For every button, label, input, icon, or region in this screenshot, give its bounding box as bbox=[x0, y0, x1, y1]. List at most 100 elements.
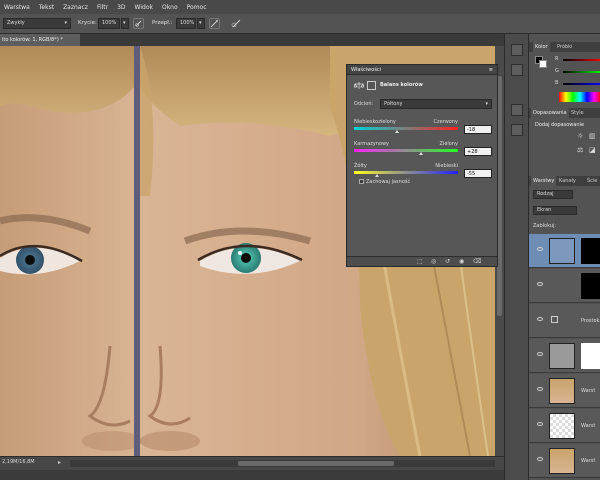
menu-item-zaznacz[interactable]: Zaznacz bbox=[63, 4, 88, 11]
flow-dropdown-button[interactable]: ▾ bbox=[197, 18, 205, 29]
document-tab-bar: ito kolorów: 1, RGB/8*) * bbox=[0, 34, 495, 46]
slider-thumb[interactable] bbox=[374, 174, 379, 177]
history-icon[interactable] bbox=[511, 44, 523, 56]
brightness-icon[interactable]: ☼ bbox=[577, 132, 583, 140]
panel-menu-icon[interactable]: ≡ bbox=[489, 65, 493, 75]
chevron-down-icon: ▾ bbox=[199, 20, 202, 26]
channel-r-label: R bbox=[555, 56, 559, 62]
photo-filter-icon[interactable]: ◪ bbox=[589, 146, 596, 154]
view-previous-icon[interactable]: ◎ bbox=[431, 258, 436, 265]
pressure-opacity-button[interactable] bbox=[133, 18, 144, 29]
trash-icon[interactable]: ⌫ bbox=[473, 258, 481, 265]
pressure-size-button[interactable] bbox=[231, 18, 242, 29]
channel-b-slider[interactable] bbox=[563, 83, 600, 85]
opacity-dropdown-button[interactable]: ▾ bbox=[121, 18, 129, 29]
slider-track[interactable] bbox=[354, 149, 458, 152]
layer-thumbnail bbox=[549, 413, 575, 439]
balance-scale-icon bbox=[353, 81, 365, 90]
menu-item-pomoc[interactable]: Pomoc bbox=[187, 4, 207, 11]
visibility-eye-icon[interactable] bbox=[537, 317, 543, 321]
tab-warstwy[interactable]: Warstwy bbox=[531, 176, 557, 186]
reset-icon[interactable]: ↺ bbox=[445, 258, 450, 265]
slider-value-input[interactable]: -55 bbox=[464, 169, 492, 178]
slider-thumb[interactable] bbox=[418, 152, 423, 155]
layer-mask-thumb bbox=[581, 238, 600, 264]
visibility-icon[interactable]: ◉ bbox=[459, 258, 464, 265]
flow-input[interactable]: 100% bbox=[176, 18, 196, 29]
status-bar: 2,19M/16,8M ▸ bbox=[0, 456, 504, 470]
preserve-luminosity-option[interactable]: Zachowaj jasność bbox=[359, 179, 410, 185]
visibility-eye-icon[interactable] bbox=[537, 387, 543, 391]
properties-footer: ⬚ ◎ ↺ ◉ ⌫ bbox=[347, 256, 497, 266]
tone-value: Półtony bbox=[384, 101, 403, 107]
flow-label: Przepł.: bbox=[152, 20, 173, 26]
mask-icon[interactable] bbox=[367, 81, 376, 90]
layer-row[interactable]: Warst bbox=[529, 409, 600, 443]
mode-select[interactable]: Zwykły ▾ bbox=[3, 18, 71, 29]
layer-name: Warst bbox=[581, 388, 596, 394]
layer-row[interactable]: Warst bbox=[529, 374, 600, 408]
document-size: 2,19M/16,8M bbox=[2, 459, 35, 465]
layer-row[interactable] bbox=[529, 234, 600, 268]
layer-row[interactable]: Prostokąt 1 bbox=[529, 304, 600, 338]
tab-kolor[interactable]: Kolor bbox=[533, 42, 550, 52]
color-spectrum[interactable] bbox=[559, 92, 600, 102]
visibility-eye-icon[interactable] bbox=[537, 352, 543, 356]
menu-item-warstwa[interactable]: Warstwa bbox=[4, 4, 30, 11]
visibility-eye-icon[interactable] bbox=[537, 247, 543, 251]
checkbox-checked-icon[interactable] bbox=[359, 179, 364, 184]
document-tab[interactable]: ito kolorów: 1, RGB/8*) * bbox=[0, 34, 80, 46]
tab-sciezki[interactable]: Ście bbox=[587, 176, 597, 186]
background-color-swatch[interactable] bbox=[539, 60, 547, 68]
balance-scale-icon bbox=[549, 238, 575, 264]
airbrush-button[interactable] bbox=[209, 18, 220, 29]
chevron-down-icon: ▾ bbox=[123, 20, 126, 26]
layers-list: Prostokąt 1 Warst Warst Warst bbox=[529, 234, 600, 480]
slider-value-input[interactable]: +28 bbox=[464, 147, 492, 156]
horizontal-scrollbar[interactable] bbox=[70, 460, 495, 467]
flow-value: 100% bbox=[180, 20, 195, 26]
clip-layer-icon[interactable]: ⬚ bbox=[417, 258, 423, 265]
document-tab-title: ito kolorów: 1, RGB/8*) * bbox=[2, 37, 63, 43]
blend-mode-select[interactable]: Ekran bbox=[533, 206, 577, 215]
opacity-label: Krycie: bbox=[78, 20, 97, 26]
info-icon[interactable] bbox=[511, 124, 523, 136]
levels-icon[interactable]: ▥ bbox=[589, 132, 596, 140]
h-scroll-thumb[interactable] bbox=[238, 461, 394, 466]
menu-item-tekst[interactable]: Tekst bbox=[39, 4, 54, 11]
balance-icon[interactable]: ⚖ bbox=[577, 146, 583, 154]
menu-item-filtr[interactable]: Filtr bbox=[97, 4, 108, 11]
tone-label: Odcień: bbox=[354, 101, 374, 107]
tone-select[interactable]: Półtony ▾ bbox=[380, 99, 492, 109]
slider-value-input[interactable]: -18 bbox=[464, 125, 492, 134]
slider-track[interactable] bbox=[354, 127, 458, 130]
opacity-input[interactable]: 100% bbox=[98, 18, 120, 29]
properties-icon[interactable] bbox=[511, 104, 523, 116]
channel-g-slider[interactable] bbox=[563, 71, 600, 73]
layer-row[interactable]: Warst bbox=[529, 444, 600, 478]
visibility-eye-icon[interactable] bbox=[537, 457, 543, 461]
layer-row[interactable] bbox=[529, 269, 600, 303]
tab-dopasowania[interactable]: Dopasowania bbox=[531, 108, 569, 118]
tab-probki[interactable]: Próbki bbox=[557, 42, 572, 52]
layer-mask-thumb bbox=[581, 273, 600, 299]
layer-row[interactable] bbox=[529, 339, 600, 373]
channel-r-slider[interactable] bbox=[563, 59, 600, 61]
layer-filter-select[interactable]: Rodzaj bbox=[533, 190, 573, 199]
layer-name: Warst bbox=[581, 423, 596, 429]
menu-item-okno[interactable]: Okno bbox=[162, 4, 178, 11]
slider-right-label: Niebieski bbox=[435, 163, 458, 169]
opacity-value: 100% bbox=[102, 20, 117, 26]
visibility-eye-icon[interactable] bbox=[537, 422, 543, 426]
visibility-eye-icon[interactable] bbox=[537, 282, 543, 286]
menu-item-3d[interactable]: 3D bbox=[117, 4, 125, 11]
tab-kanaly[interactable]: Kanały bbox=[559, 176, 576, 186]
status-menu-arrow-icon[interactable]: ▸ bbox=[58, 459, 61, 466]
tab-style[interactable]: Style bbox=[571, 108, 584, 118]
slider-track[interactable] bbox=[354, 171, 458, 174]
layer-thumbnail bbox=[549, 448, 575, 474]
slider-thumb[interactable] bbox=[394, 130, 399, 133]
menu-item-widok[interactable]: Widok bbox=[135, 4, 153, 11]
shape-layer-icon bbox=[551, 316, 558, 323]
actions-icon[interactable] bbox=[511, 64, 523, 76]
